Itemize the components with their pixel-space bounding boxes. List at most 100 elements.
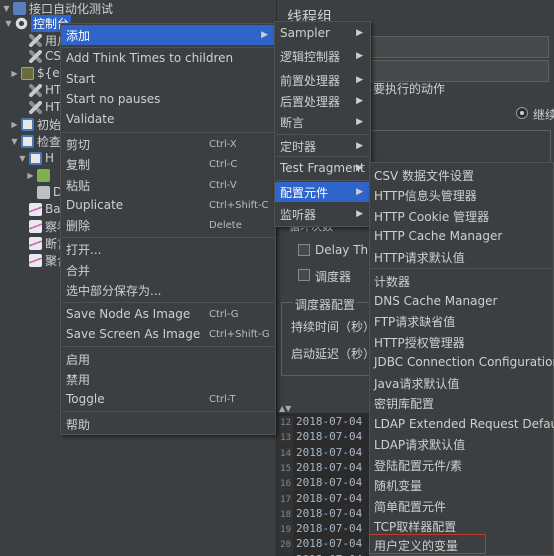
config-submenu-item[interactable]: LDAP Extended Request Defaults [370,414,554,434]
menu-item-label: 简单配置元件 [374,499,447,514]
menu-item-copy[interactable]: 复制 Ctrl-C [61,154,275,174]
add-submenu-item[interactable]: 断言 ▶ [275,112,370,132]
menu-item-toggle[interactable]: Toggle Ctrl-T [61,389,275,409]
expand-toggle-icon[interactable]: ▼ [2,4,11,13]
tree-node-label: HT [45,100,62,114]
menu-item-start[interactable]: Start [61,69,275,89]
expand-toggle-icon[interactable]: ▼ [18,154,27,163]
tree-node[interactable]: ▶ 初始 [10,116,61,132]
add-submenu-item[interactable]: Test Fragment ▶ [275,158,370,178]
log-line: 13 2018-07-04 [277,429,370,447]
comment-field[interactable] [369,60,549,82]
menu-item-label: 逻辑控制器 [280,49,341,64]
menu-item-label: Add Think Times to children [66,51,234,65]
config-submenu-item[interactable]: 密钥库配置 [370,393,553,413]
tree-node-label: H [45,151,55,165]
menu-item-help[interactable]: 帮助 [61,414,275,434]
config-submenu-item[interactable]: JDBC Connection Configuration [370,352,554,372]
menu-item-merge[interactable]: 合并 [61,260,275,280]
scheduler-config-label: 调度器配置 [293,296,358,313]
scheduler-checkbox[interactable] [298,269,310,281]
menu-item-duplicate[interactable]: Duplicate Ctrl+Shift-C [61,195,275,215]
submenu-arrow-icon: ▶ [356,209,363,219]
menu-item-open[interactable]: 打开... [61,239,275,259]
menu-item-label: HTTP信息头管理器 [374,188,477,203]
delete-icon [37,185,50,199]
expand-toggle-icon[interactable]: ▶ [10,120,19,129]
menu-item-save-screen-image[interactable]: Save Screen As Image Ctrl+Shift-G [61,324,275,344]
tree-node[interactable]: ▶ [26,167,53,183]
add-submenu-item[interactable]: 监听器 ▶ [275,204,370,224]
config-submenu-item[interactable]: 计数器 [370,271,553,291]
config-submenu-item[interactable]: FTP请求缺省值 [370,311,553,331]
tool-icon [29,49,42,63]
submenu-arrow-icon: ▶ [356,187,363,197]
expand-toggle-icon[interactable]: ▶ [26,171,35,180]
log-line: 16 2018-07-04 [277,475,370,493]
add-submenu-item[interactable]: 后置处理器 ▶ [275,91,370,111]
config-submenu-item[interactable]: TCP取样器配置 [370,516,553,536]
menu-item-start-no-pauses[interactable]: Start no pauses [61,89,275,109]
tree-node[interactable]: ▼ H [18,150,54,166]
config-submenu-item[interactable]: HTTP请求默认值 [370,247,553,267]
add-submenu-item[interactable]: 前置处理器 ▶ [275,70,370,90]
config-submenu-item[interactable]: HTTP授权管理器 [370,332,553,352]
config-submenu-item[interactable]: HTTP Cache Manager [370,226,553,246]
menu-item-enable[interactable]: 启用 [61,349,275,369]
menu-item-add-think-times[interactable]: Add Think Times to children [61,48,275,68]
menu-item-save-selection[interactable]: 选中部分保存为... [61,280,275,300]
menu-item-label: 前置处理器 [280,73,341,88]
config-submenu-item[interactable]: LDAP请求默认值 [370,434,553,454]
tree-node-label: 初始 [37,117,62,132]
config-submenu-item[interactable]: 用户定义的变量 [370,535,553,555]
config-submenu-item[interactable]: 简单配置元件 [370,496,553,516]
menu-item-disable[interactable]: 禁用 [61,369,275,389]
config-submenu-item[interactable]: HTTP信息头管理器 [370,185,553,205]
menu-item-label: Save Node As Image [66,307,191,321]
menu-item-delete[interactable]: 删除 Delete [61,215,275,235]
config-submenu-item[interactable]: DNS Cache Manager [370,291,553,311]
config-submenu-item[interactable]: CSV 数据文件设置 [370,165,553,185]
config-submenu-item[interactable]: 随机变量 [370,475,553,495]
config-submenu-item[interactable]: HTTP Cookie 管理器 [370,206,553,226]
submenu-arrow-icon: ▶ [356,96,363,106]
name-field[interactable] [369,36,549,58]
add-submenu-item[interactable]: 配置元件 ▶ [275,182,370,202]
add-submenu-item[interactable]: Sampler ▶ [275,23,370,43]
config-submenu-item[interactable]: Java请求默认值 [370,373,553,393]
leaf-icon [37,168,50,182]
config-submenu-item[interactable]: 登陆配置元件/素 [370,455,553,475]
tree-node[interactable]: CS [18,48,61,64]
menu-item-label: 计数器 [374,274,411,289]
submenu-arrow-icon: ▶ [356,51,363,61]
add-submenu-item[interactable]: 逻辑控制器 ▶ [275,46,370,66]
menu-item-cut[interactable]: 剪切 Ctrl-X [61,134,275,154]
log-collapse-arrows[interactable]: ▲▼ [277,405,370,413]
startup-delay-label: 启动延迟（秒） [291,347,376,361]
menu-item-add[interactable]: 添加 ▶ [61,25,275,45]
tree-node[interactable]: ▼ 检查 [10,133,61,149]
menu-item-label: 启用 [66,352,91,367]
jmeter-window: ▼ 接口自动化测试 ▼ 控制台 用户 CS ▶ ${e HT HT ▶ 初始 ▼… [0,0,554,556]
gear-icon [15,16,28,30]
expand-toggle-icon[interactable]: ▶ [10,69,19,78]
log-text: 2018-07-04 [296,537,363,551]
log-viewer[interactable]: ▲▼ 12 2018-07-04 13 2018-07-04 14 2018-07-04 1… [277,405,370,556]
menu-item-validate[interactable]: Validate [61,109,275,129]
tool-icon [29,83,42,97]
add-submenu-item[interactable]: 定时器 ▶ [275,136,370,156]
menu-item-label: Save Screen As Image [66,327,201,341]
menu-item-label: 登陆配置元件/素 [374,458,463,473]
continue-radio[interactable] [516,107,528,119]
continue-label: 继续 [533,108,554,122]
delay-thread-checkbox[interactable] [298,244,310,256]
tree-node[interactable]: HT [18,99,61,115]
menu-item-label: 监听器 [280,207,317,222]
menu-item-save-node-image[interactable]: Save Node As Image Ctrl-G [61,304,275,324]
menu-item-paste[interactable]: 粘贴 Ctrl-V [61,175,275,195]
tree-node[interactable]: ▶ ${e [10,65,59,81]
expand-toggle-icon[interactable]: ▼ [10,137,19,146]
expand-toggle-icon[interactable]: ▼ [4,19,13,28]
tree-node[interactable]: HT [18,82,61,98]
menu-item-label: Validate [66,112,115,126]
